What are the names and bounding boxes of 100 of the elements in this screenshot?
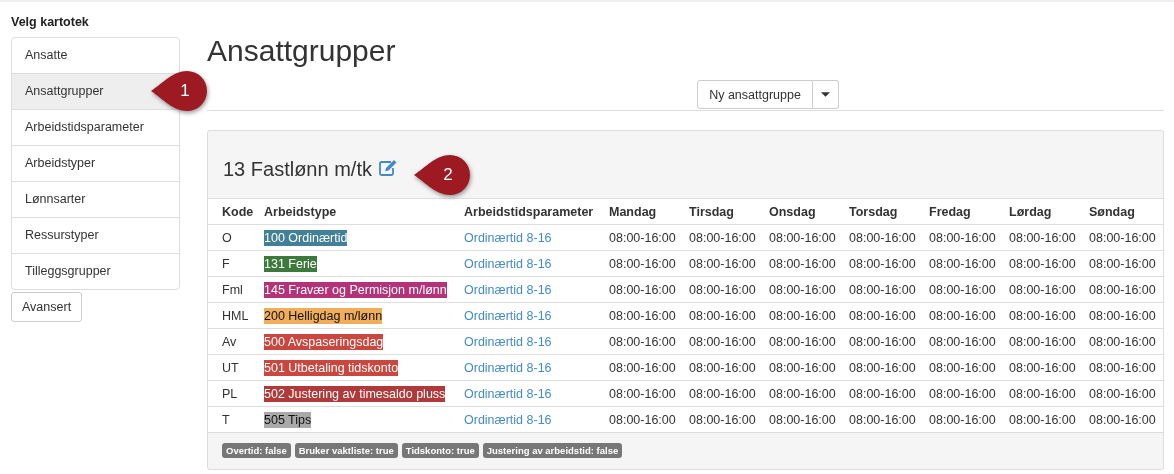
column-header: Arbeidstype	[264, 199, 464, 225]
table-cell: 08:00-16:00	[1009, 354, 1089, 381]
table-cell: 08:00-16:00	[689, 276, 769, 303]
table-cell: 08:00-16:00	[609, 354, 689, 381]
work-type-label: 145 Fravær og Permisjon m/lønn	[264, 281, 447, 298]
dropdown-toggle[interactable]	[812, 80, 839, 109]
table-cell: 08:00-16:00	[609, 328, 689, 355]
edit-icon[interactable]	[377, 158, 398, 177]
caret-icon	[820, 92, 830, 97]
table-cell: 08:00-16:00	[849, 354, 929, 381]
work-type-label: 200 Helligdag m/lønn	[264, 307, 383, 324]
table-cell: 08:00-16:00	[1089, 354, 1163, 381]
status-badge: Justering av arbeidstid: false	[482, 443, 623, 458]
table-cell: 08:00-16:00	[1089, 380, 1163, 407]
parameter-link[interactable]: Ordinærtid 8-16	[464, 334, 552, 349]
table-cell: 08:00-16:00	[929, 380, 1009, 407]
table-cell: 08:00-16:00	[1009, 406, 1089, 433]
parameter-link[interactable]: Ordinærtid 8-16	[464, 230, 552, 245]
table-cell: 08:00-16:00	[849, 380, 929, 407]
table-cell: 08:00-16:00	[689, 380, 769, 407]
advanced-button[interactable]: Avansert	[11, 292, 83, 322]
sidebar-item[interactable]: Lønnsarter	[12, 181, 179, 217]
table-cell: 08:00-16:00	[1009, 328, 1089, 355]
parameter-link[interactable]: Ordinærtid 8-16	[464, 308, 552, 323]
sidebar-heading: Velg kartotek	[11, 15, 90, 29]
table-cell: 08:00-16:00	[689, 406, 769, 433]
column-header: Søndag	[1089, 199, 1163, 225]
table-cell: 08:00-16:00	[769, 224, 849, 251]
table-cell: 08:00-16:00	[689, 250, 769, 277]
table-cell: 08:00-16:00	[689, 302, 769, 329]
table-cell: 08:00-16:00	[929, 302, 1009, 329]
new-group-button[interactable]: Ny ansattgruppe	[697, 80, 813, 109]
table-cell: 08:00-16:00	[929, 224, 1009, 251]
table-cell: 08:00-16:00	[849, 224, 929, 251]
table-cell: 08:00-16:00	[609, 224, 689, 251]
table-cell: 08:00-16:00	[769, 406, 849, 433]
table-cell: 08:00-16:00	[1009, 276, 1089, 303]
table-cell: 08:00-16:00	[929, 406, 1009, 433]
table-cell: 08:00-16:00	[1089, 276, 1163, 303]
table-cell: 08:00-16:00	[849, 328, 929, 355]
status-badge: Overtid: false	[222, 443, 291, 458]
table-cell: 08:00-16:00	[1009, 302, 1089, 329]
status-badge: Bruker vaktliste: true	[294, 443, 398, 458]
table-cell: 08:00-16:00	[769, 328, 849, 355]
column-header: Onsdag	[769, 199, 849, 225]
column-header: Tirsdag	[689, 199, 769, 225]
work-type-label: 502 Justering av timesaldo pluss	[264, 385, 446, 402]
table-cell: 08:00-16:00	[769, 380, 849, 407]
table-cell: 08:00-16:00	[769, 276, 849, 303]
table-cell: 08:00-16:00	[689, 354, 769, 381]
parameter-link[interactable]: Ordinærtid 8-16	[464, 412, 552, 427]
sidebar-item[interactable]: Arbeidstidsparameter	[12, 109, 179, 145]
sidebar-item[interactable]: Arbeidstyper	[12, 145, 179, 181]
table-cell: 08:00-16:00	[1009, 250, 1089, 277]
callout-marker: 2	[414, 153, 470, 197]
callout-marker: 1	[151, 69, 207, 113]
table-cell: 08:00-16:00	[1089, 406, 1163, 433]
parameter-link[interactable]: Ordinærtid 8-16	[464, 256, 552, 271]
sidebar-item[interactable]: Ressurstyper	[12, 217, 179, 253]
page-title: Ansattgrupper	[207, 33, 397, 69]
work-type-label: 505 Tips	[264, 411, 312, 428]
table-cell: 08:00-16:00	[1089, 302, 1163, 329]
table-cell: 08:00-16:00	[609, 276, 689, 303]
table-cell: 08:00-16:00	[849, 250, 929, 277]
table-cell: 08:00-16:00	[609, 406, 689, 433]
work-type-label: 131 Ferie	[264, 255, 317, 272]
parameter-link[interactable]: Ordinærtid 8-16	[464, 386, 552, 401]
parameter-link[interactable]: Ordinærtid 8-16	[464, 282, 552, 297]
table-cell: 08:00-16:00	[769, 250, 849, 277]
table-cell: 08:00-16:00	[689, 224, 769, 251]
table-cell: 08:00-16:00	[1009, 224, 1089, 251]
table-cell: 08:00-16:00	[609, 380, 689, 407]
column-header: Kode	[208, 199, 264, 225]
table-cell: 08:00-16:00	[609, 302, 689, 329]
table-cell: 08:00-16:00	[929, 354, 1009, 381]
table-cell: 08:00-16:00	[1009, 380, 1089, 407]
work-type-label: 500 Avspaseringsdag	[264, 333, 384, 350]
table-cell: 08:00-16:00	[929, 328, 1009, 355]
table-cell: 08:00-16:00	[929, 276, 1009, 303]
table-cell: 08:00-16:00	[849, 302, 929, 329]
table-cell: 08:00-16:00	[769, 354, 849, 381]
column-header: Mandag	[609, 199, 689, 225]
group-title: 13 Fastlønn m/tk	[223, 158, 372, 181]
work-type-label: 501 Utbetaling tidskonto	[264, 359, 399, 376]
table-cell: 08:00-16:00	[929, 250, 1009, 277]
table-cell: 08:00-16:00	[769, 302, 849, 329]
table-cell: 08:00-16:00	[1089, 328, 1163, 355]
column-header: Arbeidstidsparameter	[464, 199, 609, 225]
table-cell: 08:00-16:00	[1089, 250, 1163, 277]
column-header: Torsdag	[849, 199, 929, 225]
table-cell: 08:00-16:00	[609, 250, 689, 277]
table-cell: 08:00-16:00	[689, 328, 769, 355]
sidebar-item[interactable]: Ansattgrupper	[12, 73, 179, 109]
parameter-link[interactable]: Ordinærtid 8-16	[464, 360, 552, 375]
table-cell: 08:00-16:00	[1089, 224, 1163, 251]
column-header: Fredag	[929, 199, 1009, 225]
work-type-label: 100 Ordinærtid	[264, 229, 348, 246]
column-header: Lørdag	[1009, 199, 1089, 225]
sidebar-item[interactable]: Tilleggsgrupper	[12, 253, 179, 289]
status-badge: Tidskonto: true	[401, 443, 479, 458]
